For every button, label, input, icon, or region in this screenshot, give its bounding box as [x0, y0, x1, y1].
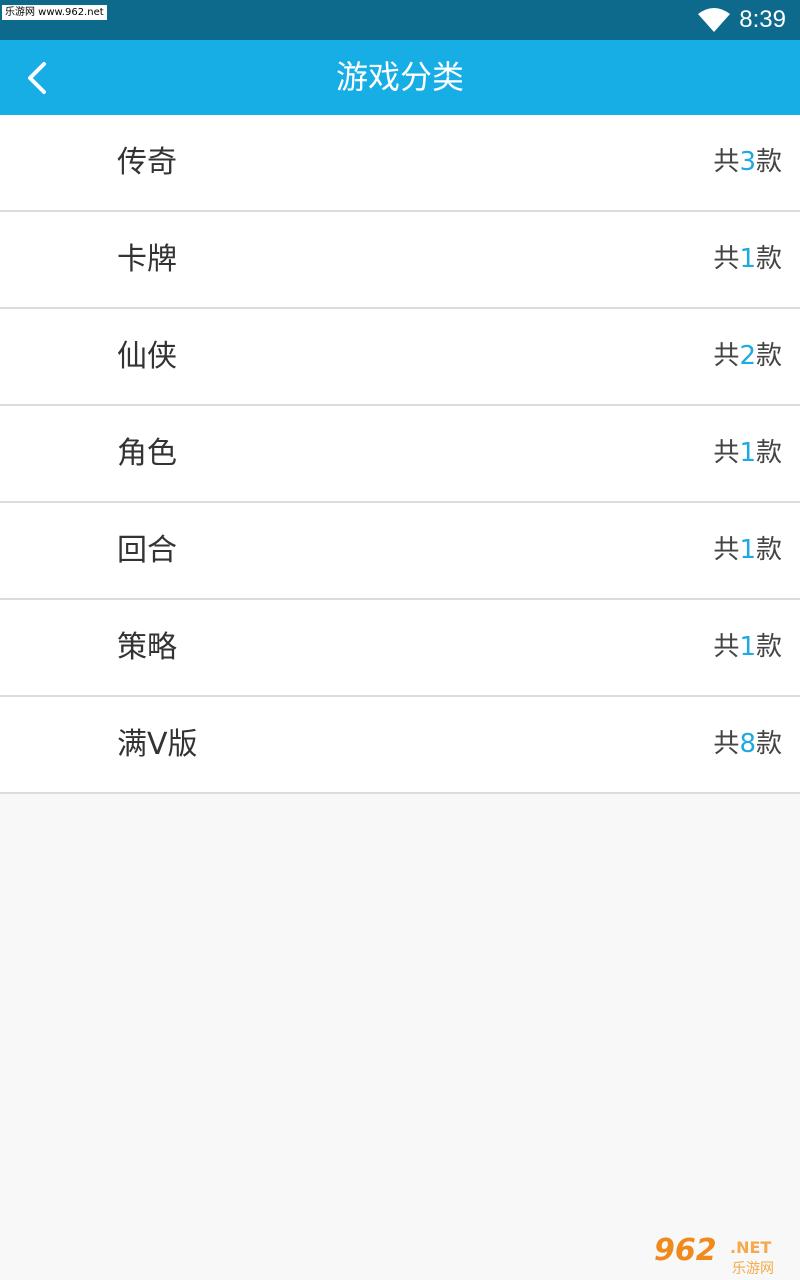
- app-bar: 游戏分类: [0, 40, 800, 115]
- status-clock: 8:39: [739, 6, 786, 33]
- category-count: 共1款: [713, 244, 782, 274]
- wifi-icon: [698, 8, 730, 32]
- category-row-manv[interactable]: 满V版 共8款: [0, 697, 800, 794]
- category-name: 角色: [117, 436, 177, 471]
- category-count: 共1款: [713, 632, 782, 662]
- category-name: 满V版: [117, 727, 198, 762]
- category-name: 仙侠: [117, 339, 177, 374]
- category-row-xianxia[interactable]: 仙侠 共2款: [0, 309, 800, 406]
- watermark-bottom: 962 .NET 乐游网: [654, 1234, 794, 1278]
- category-count: 共3款: [713, 147, 782, 177]
- watermark-logo-number: 962: [654, 1233, 717, 1268]
- category-name: 回合: [117, 533, 177, 568]
- category-count: 共8款: [713, 729, 782, 759]
- category-name: 传奇: [117, 145, 177, 180]
- watermark-logo-net: .NET: [730, 1238, 772, 1257]
- watermark-top: 乐游网 www.962.net: [2, 5, 107, 20]
- watermark-logo-sub: 乐游网: [732, 1261, 774, 1277]
- category-row-juese[interactable]: 角色 共1款: [0, 406, 800, 503]
- category-count: 共1款: [713, 438, 782, 468]
- page-title: 游戏分类: [335, 58, 464, 96]
- category-row-celue[interactable]: 策略 共1款: [0, 600, 800, 697]
- category-row-chuanqi[interactable]: 传奇 共3款: [0, 115, 800, 212]
- category-row-huihe[interactable]: 回合 共1款: [0, 503, 800, 600]
- category-name: 策略: [117, 630, 177, 665]
- category-count: 共2款: [713, 341, 782, 371]
- category-count: 共1款: [713, 535, 782, 565]
- category-row-kapai[interactable]: 卡牌 共1款: [0, 212, 800, 309]
- category-list: 传奇 共3款 卡牌 共1款 仙侠 共2款 角色 共1款 回合 共1款 策略 共1…: [0, 115, 800, 794]
- back-button[interactable]: [10, 50, 66, 106]
- status-bar: 乐游网 www.962.net 8:39: [0, 0, 800, 40]
- back-arrow-icon: [10, 50, 66, 106]
- category-name: 卡牌: [117, 242, 177, 277]
